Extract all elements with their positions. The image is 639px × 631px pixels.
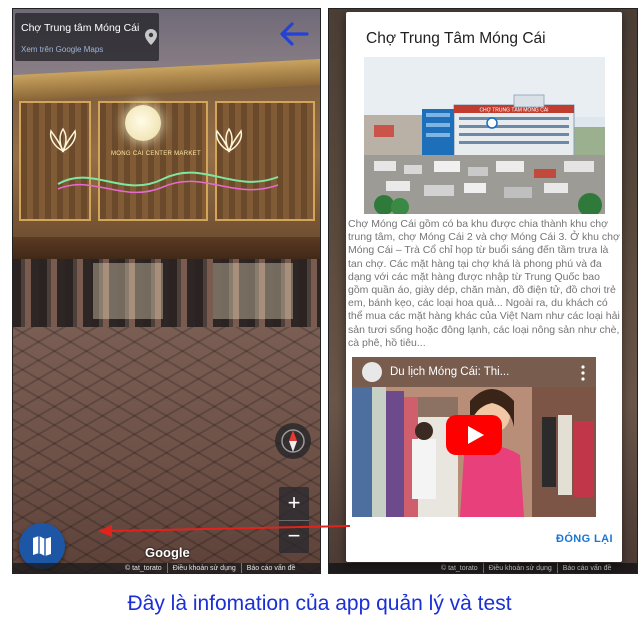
street-view-screen[interactable]: MONG CAI CENTER MARKET Chợ Trung tâm Món…	[12, 8, 321, 574]
annotation-arrow	[98, 525, 351, 537]
lotus-decoration	[49, 127, 77, 153]
view-on-google-maps-link[interactable]: Xem trên Google Maps	[21, 45, 103, 54]
compass-button[interactable]	[275, 423, 311, 459]
decorative-lights	[57, 171, 279, 194]
more-vert-icon[interactable]	[578, 363, 588, 383]
youtube-play-icon[interactable]	[446, 415, 502, 455]
dialog-title: Chợ Trung Tâm Móng Cái	[366, 30, 546, 47]
stall-light	[213, 263, 293, 319]
screenshot-root: MONG CAI CENTER MARKET Chợ Trung tâm Món…	[0, 0, 639, 631]
place-title: Chợ Trung tâm Móng Cái	[21, 22, 140, 34]
info-dialog-screen: © tat_torato Điều khoản sử dụng Báo cáo vấ…	[328, 8, 638, 574]
caption-text: Đây là infomation của app quản lý và tes…	[127, 592, 512, 615]
moon-emblem	[125, 105, 161, 141]
photo-sign: CHỢ TRUNG TÂM MÓNG CÁI	[479, 107, 548, 114]
image-credit[interactable]: © tat_torato	[13, 563, 168, 573]
place-description: Chợ Móng Cái gồm có ba khu được chia thà…	[348, 218, 620, 349]
close-button[interactable]: ĐÓNG LẠI	[556, 533, 613, 545]
street-view-footer: © tat_torato Điều khoản sử dụng Báo cáo vấ…	[13, 563, 320, 573]
place-info-dialog: Chợ Trung Tâm Móng Cái CHỢ TRUNG TÂM MÓN…	[346, 12, 622, 562]
arrow-left-icon[interactable]	[277, 17, 311, 51]
background-footer: © tat_torato Điều khoản sử dụng Báo cáo vấ…	[329, 563, 637, 573]
lotus-decoration	[215, 127, 243, 153]
youtube-video-embed[interactable]: Du lịch Móng Cái: Thi...	[352, 357, 596, 517]
map-pin-icon	[145, 29, 157, 45]
compass-icon	[281, 429, 305, 453]
terms-link: Điều khoản sử dụng	[484, 563, 558, 573]
building-sign: MONG CAI CENTER MARKET	[111, 151, 201, 157]
image-credit: © tat_torato	[329, 563, 484, 573]
video-title: Du lịch Móng Cái: Thi...	[390, 366, 510, 378]
report-problem-link[interactable]: Báo cáo vấn đề	[242, 563, 301, 573]
terms-link[interactable]: Điều khoản sử dụng	[168, 563, 242, 573]
place-info-card[interactable]: Chợ Trung tâm Móng Cái Xem trên Google M…	[15, 13, 159, 61]
google-logo: Google	[145, 545, 190, 560]
stall-light	[93, 263, 163, 319]
report-problem-link: Báo cáo vấn đề	[562, 565, 612, 572]
market-photo: CHỢ TRUNG TÂM MÓNG CÁI	[364, 57, 605, 214]
zoom-in-button[interactable]: +	[279, 488, 309, 520]
